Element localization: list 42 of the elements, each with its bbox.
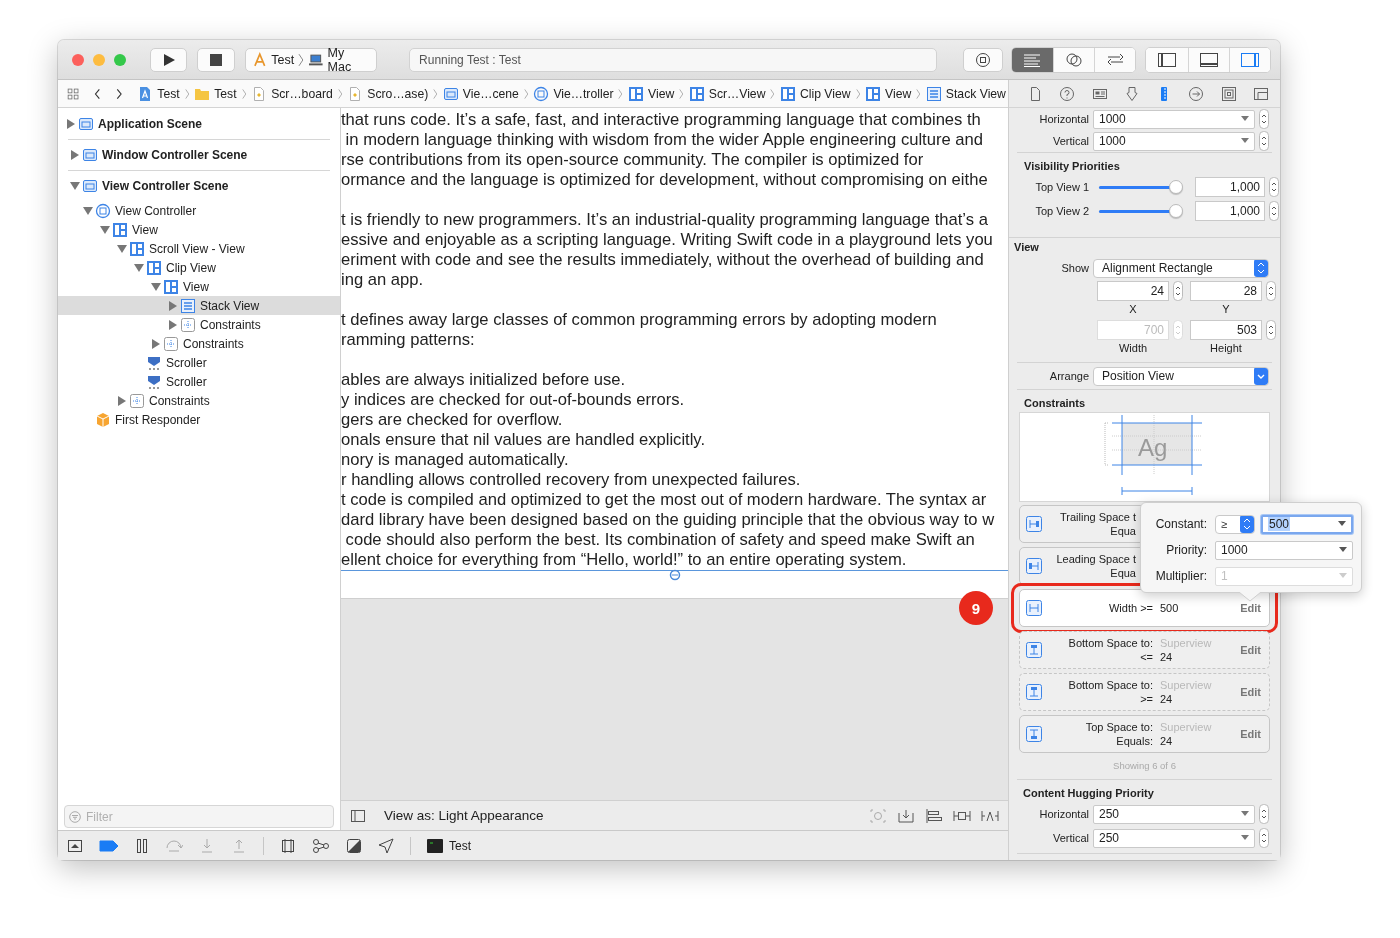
constraint-label: Bottom Space to: <box>1067 637 1153 649</box>
field-label: Top View 1 <box>1034 181 1090 193</box>
constraint-value: 24 <box>1160 651 1174 663</box>
text-paragraph: t defines away large classes of common programming errors by adopting modern ramming patterns: <box>341 310 938 350</box>
constraint-label: Width >= <box>1107 602 1153 614</box>
field-label: Horizontal <box>1038 113 1090 125</box>
section-title: Constraints <box>1023 396 1087 411</box>
constraint-label: Leading Space t <box>1056 553 1136 565</box>
constraint-value: 24 <box>1160 735 1174 747</box>
field-label: Constant: <box>1154 517 1207 531</box>
field-label: Multiplier: <box>1154 569 1207 583</box>
constraint-label: Bottom Space to: <box>1067 679 1153 691</box>
constraint-relation: Equa <box>1110 525 1136 537</box>
constraint-relation: >= <box>1139 693 1153 705</box>
scheme-label: My Mac <box>327 45 353 74</box>
scheme-label: Test <box>271 52 295 67</box>
field-label: Priority: <box>1165 543 1207 557</box>
field-label: Horizontal <box>1038 808 1090 820</box>
field-label: X <box>1128 302 1138 317</box>
constraint-label: Trailing Space t <box>1059 511 1136 523</box>
field-label: Top View 2 <box>1034 205 1090 217</box>
constraint-relation: <= <box>1139 651 1153 663</box>
sample-text: Ag <box>1138 433 1168 463</box>
text-paragraph: that runs code. It’s a safe, fast, and interactive programming language that combines th in modern language thinking with wisdom from the wider Apple engineering culture and rse contributions from its open-source community. The compiler is optimized for ormance and the language is optimized for development, without compromising on eithe <box>341 110 989 190</box>
constraint-value: 24 <box>1160 693 1174 705</box>
constraint-relation: Equals: <box>1115 735 1153 747</box>
section-title: View <box>1014 240 1040 255</box>
text-paragraph: t is friendly to new programmers. It’s an industrial-quality programming language that’s a essive and enjoyable as a scripting language. Writing Swift code in a playground lets you eriment with code and see the results immediately, without the overhead of building and ing an app. <box>341 210 994 290</box>
field-label: Vertical <box>1051 135 1090 147</box>
section-title: Content Hugging Priority <box>1022 786 1155 801</box>
field-label: Width <box>1117 341 1149 356</box>
constraint-relation: Equa <box>1110 567 1136 579</box>
constraint-value: 500 <box>1160 602 1179 614</box>
field-label: Y <box>1221 302 1231 317</box>
field-label: Arrange <box>1048 370 1090 382</box>
constraint-label: Top Space to: <box>1084 721 1153 733</box>
activity-status: Running Test : Test <box>419 52 521 67</box>
field-label: Show <box>1060 262 1090 274</box>
text-paragraph: ables are always initialized before use. y indices are checked for out-of-bounds errors. gers are checked for overflow. onals ensure that nil values are handled explicitly. nory is managed automatically. r handling allows controlled recovery from unexpected failures. t code is compiled and optimized to get the most out of modern hardware. The syntax ar dard library have been designed based on the guiding principle that the obvious way to w code should also perform the best. Its combination of safety and speed make Swift an ellent choice for everything from “Hello, world!” to an entire operating system. <box>341 370 996 570</box>
field-label: Height <box>1209 341 1243 356</box>
section-title: Visibility Priorities <box>1023 159 1121 174</box>
field-label: Vertical <box>1051 832 1090 844</box>
